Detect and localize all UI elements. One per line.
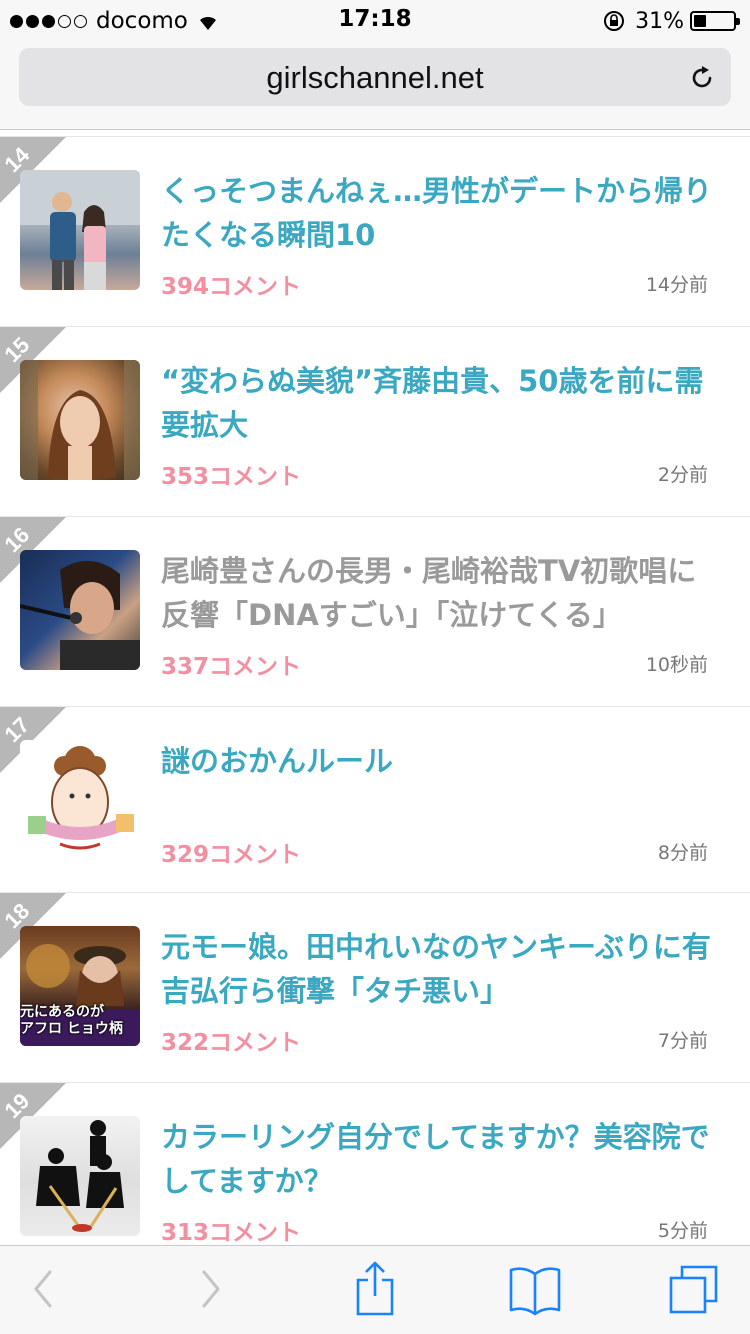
back-button[interactable] [28,1264,58,1314]
comment-count: 353コメント [161,464,302,490]
url-text[interactable]: girlschannel.net [19,60,731,96]
comment-count: 337コメント [161,654,302,680]
topic-title[interactable]: 元モー娘。田中れいなのヤンキーぶりに有吉弘行ら衝撃「タチ悪い」 [161,925,721,1013]
bookmarks-icon[interactable] [508,1264,562,1316]
list-item[interactable]: 15 “変わらぬ美貌”斉藤由貴、50歳を前に需要拡大 353コメント 2分前 [0,326,750,516]
address-bar[interactable]: girlschannel.net [19,48,731,106]
tabs-button[interactable] [668,1264,720,1316]
comment-count: 329コメント [161,842,302,868]
timestamp: 10秒前 [645,654,708,676]
reload-icon[interactable] [687,63,717,93]
status-right: 31% [603,6,740,36]
safari-toolbar [0,1245,750,1334]
safari-nav-bar: girlschannel.net [0,40,750,130]
list-item[interactable]: 16 尾崎豊さんの長男・尾崎裕哉TV初歌唱に反響「DNAすごい」「泣けてくる」 … [0,516,750,706]
thumbnail-image[interactable] [20,740,140,860]
status-bar: docomo 17:18 31% [0,0,750,40]
thumbnail-caption: 元にあるのが アフロ ヒョウ柄 [20,1004,123,1037]
timestamp: 7分前 [657,1030,708,1052]
timestamp: 8分前 [657,842,708,864]
rotation-lock-icon [604,11,625,31]
topic-title[interactable]: カラーリング自分でしてますか？美容院でしてますか？ [161,1115,721,1203]
comment-count: 394コメント [161,274,302,300]
back-icon[interactable] [28,1264,58,1314]
share-icon[interactable] [354,1260,396,1318]
battery-icon [690,11,740,31]
thumbnail-image[interactable] [20,550,140,670]
comment-count: 322コメント [161,1030,302,1056]
ranking-list: 14 くっそつまんねぇ…男性がデートから帰りたくなる瞬間10 394コメント 1… [0,136,750,1272]
list-item[interactable]: 19 カラーリング自分でしてますか？美容院でしてますか？ 313コメント 5分前 [0,1082,750,1272]
list-item[interactable]: 14 くっそつまんねぇ…男性がデートから帰りたくなる瞬間10 394コメント 1… [0,136,750,326]
thumbnail-image[interactable]: 元にあるのが アフロ ヒョウ柄 [20,926,140,1046]
timestamp: 2分前 [657,464,708,486]
thumbnail-image[interactable] [20,360,140,480]
timestamp: 14分前 [645,274,708,296]
thumbnail-image[interactable] [20,170,140,290]
list-item[interactable]: 17 謎のおかんルール 329コメント 8分前 [0,706,750,892]
tabs-icon[interactable] [668,1264,720,1316]
battery-percent: 31% [635,8,684,34]
list-item[interactable]: 18 元にあるのが アフロ ヒョウ柄 元モー娘。田中れいなのヤンキーぶりに有吉弘… [0,892,750,1082]
timestamp: 5分前 [657,1220,708,1242]
topic-title[interactable]: くっそつまんねぇ…男性がデートから帰りたくなる瞬間10 [161,169,721,257]
topic-title[interactable]: 尾崎豊さんの長男・尾崎裕哉TV初歌唱に反響「DNAすごい」「泣けてくる」 [161,549,721,637]
share-button[interactable] [354,1260,396,1318]
forward-icon[interactable] [196,1264,226,1314]
bookmarks-button[interactable] [508,1264,562,1316]
comment-count: 313コメント [161,1220,302,1246]
topic-title[interactable]: “変わらぬ美貌”斉藤由貴、50歳を前に需要拡大 [161,359,721,447]
topic-title[interactable]: 謎のおかんルール [161,739,721,783]
thumbnail-image[interactable] [20,1116,140,1236]
forward-button[interactable] [196,1264,226,1314]
